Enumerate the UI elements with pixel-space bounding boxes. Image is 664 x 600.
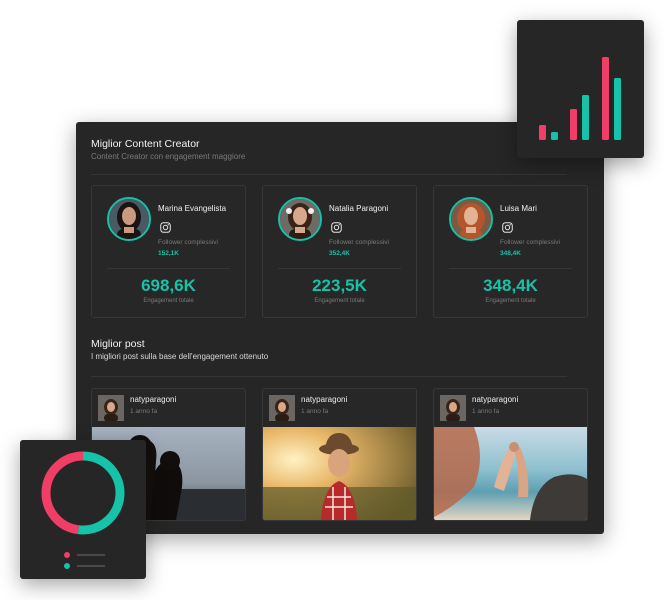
creator-name: Natalia Paragoni	[329, 204, 389, 213]
engagement-value: 698,6K	[141, 276, 196, 295]
section-divider	[91, 376, 567, 377]
legend-line	[77, 554, 105, 556]
engagement-label: Engagement totale	[485, 298, 536, 304]
post-card[interactable]: natyparagoni 1 anno fa	[433, 388, 588, 521]
donut-segment-teal	[77, 451, 125, 535]
creator-card[interactable]: Marina Evangelista Follower complessivi …	[91, 185, 246, 318]
follower-value: 352,4K	[329, 250, 350, 257]
creator-name: Luisa Mari	[500, 204, 537, 213]
bar-teal	[551, 132, 558, 140]
post-username[interactable]: natyparagoni	[130, 395, 176, 404]
posts-section-subtitle: I migliori post sulla base dell'engageme…	[91, 352, 269, 361]
post-card[interactable]: natyparagoni 1 anno fa	[262, 388, 417, 521]
bar-pink	[602, 57, 609, 140]
post-username[interactable]: natyparagoni	[472, 395, 518, 404]
dashboard-panel: Miglior Content Creator Content Creator …	[76, 122, 604, 534]
engagement-label: Engagement totale	[143, 298, 194, 304]
posts-section-title: Miglior post	[91, 338, 145, 350]
legend-line	[77, 565, 105, 567]
donut-chart-widget	[20, 440, 146, 579]
post-time: 1 anno fa	[130, 408, 158, 415]
legend-dot-pink	[64, 552, 70, 558]
creators-section-subtitle: Content Creator con engagement maggiore	[91, 152, 246, 161]
creator-avatar	[107, 197, 151, 241]
engagement-value: 348,4K	[483, 276, 538, 295]
post-avatar	[98, 395, 124, 421]
follower-value: 348,4K	[500, 250, 521, 257]
donut-segment-pink	[41, 451, 84, 535]
bar-pink	[539, 125, 546, 140]
post-avatar	[440, 395, 466, 421]
bar-chart-widget	[517, 20, 644, 158]
card-divider	[278, 268, 401, 269]
creator-card[interactable]: Natalia Paragoni Follower complessivi 35…	[262, 185, 417, 318]
post-image[interactable]	[263, 427, 416, 520]
instagram-icon[interactable]	[502, 222, 513, 233]
creator-avatar	[449, 197, 493, 241]
creators-section-title: Miglior Content Creator	[91, 138, 200, 150]
section-divider	[91, 174, 567, 175]
creator-avatar	[278, 197, 322, 241]
instagram-icon[interactable]	[160, 222, 171, 233]
post-image[interactable]	[434, 427, 587, 520]
legend-dot-teal	[64, 563, 70, 569]
follower-label: Follower complessivi	[329, 239, 389, 246]
post-time: 1 anno fa	[472, 408, 500, 415]
instagram-icon[interactable]	[331, 222, 342, 233]
bar-teal	[582, 95, 589, 140]
card-divider	[107, 268, 230, 269]
follower-label: Follower complessivi	[158, 239, 218, 246]
creator-name: Marina Evangelista	[158, 204, 227, 213]
engagement-label: Engagement totale	[314, 298, 365, 304]
creator-card[interactable]: Luisa Mari Follower complessivi 348,4K 3…	[433, 185, 588, 318]
card-divider	[449, 268, 572, 269]
follower-value: 152,1K	[158, 250, 179, 257]
post-time: 1 anno fa	[301, 408, 329, 415]
post-username[interactable]: natyparagoni	[301, 395, 347, 404]
follower-label: Follower complessivi	[500, 239, 560, 246]
bar-teal	[614, 78, 621, 140]
donut-chart	[41, 451, 125, 535]
post-avatar	[269, 395, 295, 421]
bar-chart	[539, 57, 621, 140]
engagement-value: 223,5K	[312, 276, 367, 295]
bar-pink	[570, 109, 577, 140]
